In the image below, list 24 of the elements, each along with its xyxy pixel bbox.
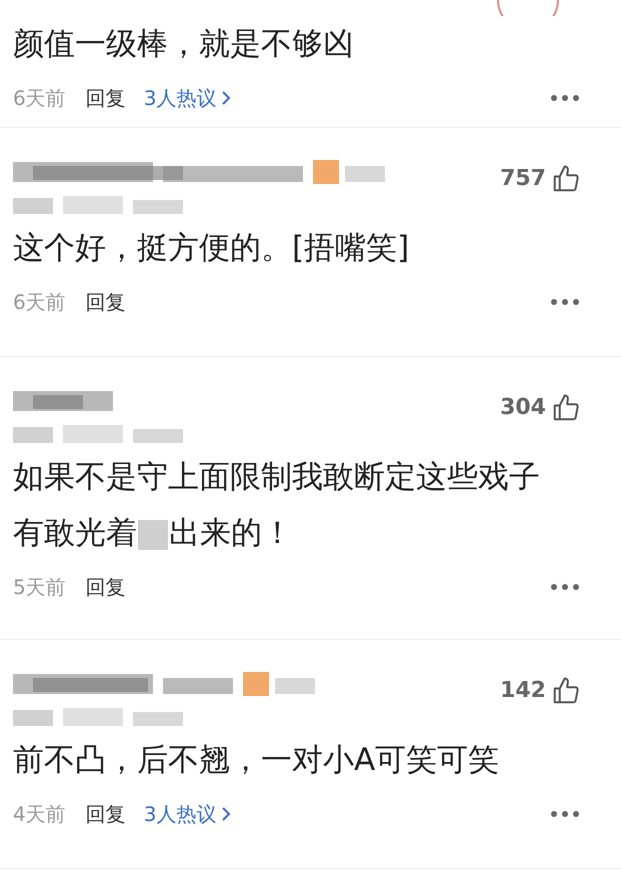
more-icon[interactable] [550,94,580,102]
discussion-link[interactable]: 3人热议 [144,799,232,829]
like-count: 304 [500,394,546,422]
reply-link[interactable]: 回复 [86,572,126,602]
comment-time: 5天前 [13,574,66,601]
discussion-link[interactable]: 3人热议 [144,83,232,113]
stamp-icon [495,0,561,16]
comment-text: 这个好，挺方便的。[捂嘴笑] [13,229,410,268]
more-icon[interactable] [550,810,580,818]
reply-link[interactable]: 回复 [86,287,126,317]
comment-text: 前不凸，后不翘，一对小A可笑可笑 [13,741,500,780]
comment-time: 6天前 [13,289,66,316]
more-icon[interactable] [550,298,580,306]
comment-text: 如果不是守上面限制我敢断定这些戏子有敢光着 出来的！ [13,458,541,553]
like-count: 757 [500,165,546,193]
chevron-right-icon [220,806,232,822]
comment-time: 6天前 [13,85,66,112]
comment-text: 颜值一级棒，就是不够凶 [13,25,355,64]
comment-time: 4天前 [13,801,66,828]
reply-link[interactable]: 回复 [86,799,126,829]
chevron-right-icon [220,90,232,106]
like-count: 142 [500,677,546,705]
more-icon[interactable] [550,583,580,591]
reply-link[interactable]: 回复 [86,83,126,113]
